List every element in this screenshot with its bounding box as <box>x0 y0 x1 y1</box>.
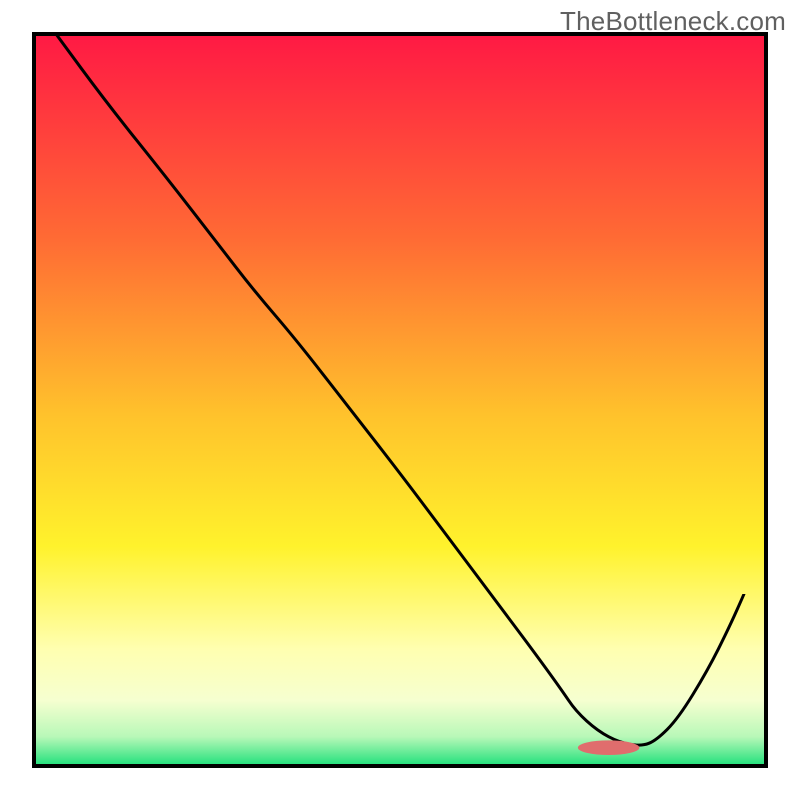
plot-background <box>34 34 766 766</box>
watermark-text: TheBottleneck.com <box>560 6 786 37</box>
bottleneck-chart <box>0 0 800 800</box>
minimum-marker <box>578 740 639 755</box>
chart-container: TheBottleneck.com <box>0 0 800 800</box>
